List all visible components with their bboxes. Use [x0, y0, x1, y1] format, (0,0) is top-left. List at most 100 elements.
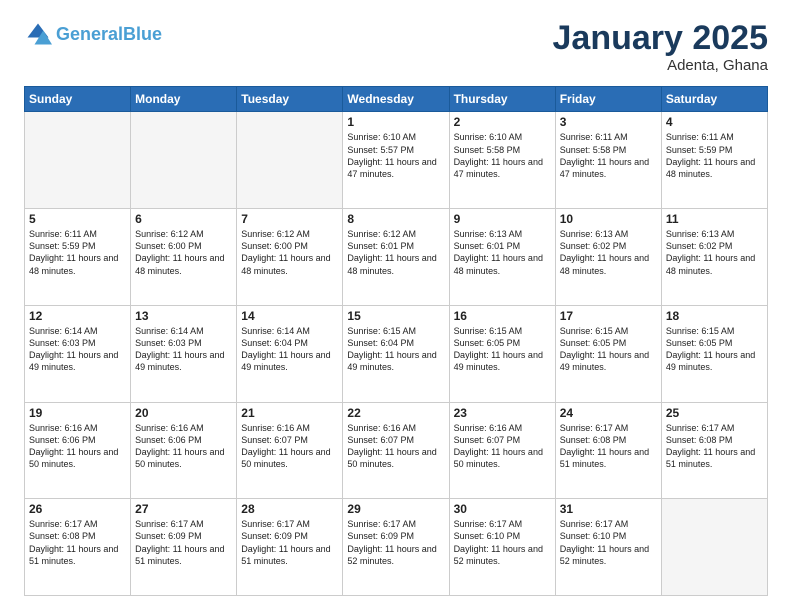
- cell-info: Sunrise: 6:12 AMSunset: 6:00 PMDaylight:…: [135, 228, 232, 277]
- calendar-cell: 14 Sunrise: 6:14 AMSunset: 6:04 PMDayligh…: [237, 305, 343, 402]
- day-number: 10: [560, 212, 657, 226]
- calendar-cell: 3 Sunrise: 6:11 AMSunset: 5:58 PMDaylight…: [555, 112, 661, 209]
- cell-info: Sunrise: 6:17 AMSunset: 6:10 PMDaylight:…: [560, 518, 657, 567]
- day-number: 29: [347, 502, 444, 516]
- calendar-cell: 6 Sunrise: 6:12 AMSunset: 6:00 PMDaylight…: [131, 209, 237, 306]
- calendar-cell: 23 Sunrise: 6:16 AMSunset: 6:07 PMDayligh…: [449, 402, 555, 499]
- calendar-cell: 4 Sunrise: 6:11 AMSunset: 5:59 PMDaylight…: [661, 112, 767, 209]
- cell-info: Sunrise: 6:14 AMSunset: 6:03 PMDaylight:…: [135, 325, 232, 374]
- calendar-header-row: SundayMondayTuesdayWednesdayThursdayFrid…: [25, 87, 768, 112]
- day-number: 3: [560, 115, 657, 129]
- cell-info: Sunrise: 6:17 AMSunset: 6:08 PMDaylight:…: [29, 518, 126, 567]
- cell-info: Sunrise: 6:14 AMSunset: 6:03 PMDaylight:…: [29, 325, 126, 374]
- calendar-cell: 5 Sunrise: 6:11 AMSunset: 5:59 PMDaylight…: [25, 209, 131, 306]
- day-number: 11: [666, 212, 763, 226]
- cell-info: Sunrise: 6:15 AMSunset: 6:05 PMDaylight:…: [666, 325, 763, 374]
- logo-blue: Blue: [123, 24, 162, 44]
- cell-info: Sunrise: 6:10 AMSunset: 5:57 PMDaylight:…: [347, 131, 444, 180]
- calendar-week-row: 5 Sunrise: 6:11 AMSunset: 5:59 PMDaylight…: [25, 209, 768, 306]
- calendar-cell: 12Sunrise: 6:14 AMSunset: 6:03 PMDayligh…: [25, 305, 131, 402]
- calendar-cell: 22Sunrise: 6:16 AMSunset: 6:07 PMDayligh…: [343, 402, 449, 499]
- day-number: 28: [241, 502, 338, 516]
- cell-info: Sunrise: 6:17 AMSunset: 6:08 PMDaylight:…: [666, 422, 763, 471]
- calendar-cell: 2 Sunrise: 6:10 AMSunset: 5:58 PMDaylight…: [449, 112, 555, 209]
- day-number: 25: [666, 406, 763, 420]
- day-number: 31: [560, 502, 657, 516]
- cell-info: Sunrise: 6:16 AMSunset: 6:06 PMDaylight:…: [29, 422, 126, 471]
- day-number: 9: [454, 212, 551, 226]
- day-number: 26: [29, 502, 126, 516]
- day-number: 24: [560, 406, 657, 420]
- cell-info: Sunrise: 6:13 AMSunset: 6:02 PMDaylight:…: [560, 228, 657, 277]
- calendar-cell: [661, 499, 767, 596]
- calendar-cell: 1 Sunrise: 6:10 AMSunset: 5:57 PMDaylight…: [343, 112, 449, 209]
- calendar-cell: 27 Sunrise: 6:17 AMSunset: 6:09 PMDayligh…: [131, 499, 237, 596]
- logo: GeneralBlue: [24, 20, 162, 48]
- day-number: 18: [666, 309, 763, 323]
- calendar-cell: 16Sunrise: 6:15 AMSunset: 6:05 PMDayligh…: [449, 305, 555, 402]
- day-number: 6: [135, 212, 232, 226]
- day-number: 7: [241, 212, 338, 226]
- calendar-cell: 13 Sunrise: 6:14 AMSunset: 6:03 PMDayligh…: [131, 305, 237, 402]
- cell-info: Sunrise: 6:11 AMSunset: 5:58 PMDaylight:…: [560, 131, 657, 180]
- logo-text: GeneralBlue: [56, 25, 162, 43]
- cell-info: Sunrise: 6:15 AMSunset: 6:04 PMDaylight:…: [347, 325, 444, 374]
- location: Adenta, Ghana: [553, 57, 769, 74]
- calendar-week-row: 12Sunrise: 6:14 AMSunset: 6:03 PMDayligh…: [25, 305, 768, 402]
- cell-info: Sunrise: 6:17 AMSunset: 6:09 PMDaylight:…: [347, 518, 444, 567]
- cell-info: Sunrise: 6:17 AMSunset: 6:10 PMDaylight:…: [454, 518, 551, 567]
- day-number: 17: [560, 309, 657, 323]
- calendar-cell: [25, 112, 131, 209]
- title-block: January 2025 Adenta, Ghana: [553, 20, 769, 74]
- weekday-header: Monday: [131, 87, 237, 112]
- day-number: 23: [454, 406, 551, 420]
- day-number: 2: [454, 115, 551, 129]
- cell-info: Sunrise: 6:12 AMSunset: 6:01 PMDaylight:…: [347, 228, 444, 277]
- page: GeneralBlue January 2025 Adenta, Ghana S…: [0, 0, 792, 612]
- calendar-cell: 7 Sunrise: 6:12 AMSunset: 6:00 PMDaylight…: [237, 209, 343, 306]
- cell-info: Sunrise: 6:10 AMSunset: 5:58 PMDaylight:…: [454, 131, 551, 180]
- calendar-cell: 18 Sunrise: 6:15 AMSunset: 6:05 PMDayligh…: [661, 305, 767, 402]
- cell-info: Sunrise: 6:15 AMSunset: 6:05 PMDaylight:…: [454, 325, 551, 374]
- cell-info: Sunrise: 6:12 AMSunset: 6:00 PMDaylight:…: [241, 228, 338, 277]
- day-number: 1: [347, 115, 444, 129]
- header: GeneralBlue January 2025 Adenta, Ghana: [24, 20, 768, 74]
- weekday-header: Wednesday: [343, 87, 449, 112]
- weekday-header: Friday: [555, 87, 661, 112]
- calendar-cell: 30Sunrise: 6:17 AMSunset: 6:10 PMDayligh…: [449, 499, 555, 596]
- day-number: 19: [29, 406, 126, 420]
- calendar-cell: 25 Sunrise: 6:17 AMSunset: 6:08 PMDayligh…: [661, 402, 767, 499]
- day-number: 27: [135, 502, 232, 516]
- day-number: 5: [29, 212, 126, 226]
- cell-info: Sunrise: 6:11 AMSunset: 5:59 PMDaylight:…: [666, 131, 763, 180]
- day-number: 13: [135, 309, 232, 323]
- cell-info: Sunrise: 6:17 AMSunset: 6:09 PMDaylight:…: [135, 518, 232, 567]
- calendar-cell: 19 Sunrise: 6:16 AMSunset: 6:06 PMDayligh…: [25, 402, 131, 499]
- cell-info: Sunrise: 6:14 AMSunset: 6:04 PMDaylight:…: [241, 325, 338, 374]
- calendar-cell: 8Sunrise: 6:12 AMSunset: 6:01 PMDaylight…: [343, 209, 449, 306]
- cell-info: Sunrise: 6:13 AMSunset: 6:01 PMDaylight:…: [454, 228, 551, 277]
- cell-info: Sunrise: 6:16 AMSunset: 6:07 PMDaylight:…: [454, 422, 551, 471]
- logo-general: General: [56, 24, 123, 44]
- cell-info: Sunrise: 6:17 AMSunset: 6:09 PMDaylight:…: [241, 518, 338, 567]
- calendar: SundayMondayTuesdayWednesdayThursdayFrid…: [24, 86, 768, 596]
- cell-info: Sunrise: 6:13 AMSunset: 6:02 PMDaylight:…: [666, 228, 763, 277]
- calendar-cell: 26 Sunrise: 6:17 AMSunset: 6:08 PMDayligh…: [25, 499, 131, 596]
- calendar-cell: 15Sunrise: 6:15 AMSunset: 6:04 PMDayligh…: [343, 305, 449, 402]
- weekday-header: Tuesday: [237, 87, 343, 112]
- day-number: 14: [241, 309, 338, 323]
- calendar-week-row: 1 Sunrise: 6:10 AMSunset: 5:57 PMDaylight…: [25, 112, 768, 209]
- logo-icon: [24, 20, 52, 48]
- calendar-cell: 31 Sunrise: 6:17 AMSunset: 6:10 PMDayligh…: [555, 499, 661, 596]
- calendar-cell: 17 Sunrise: 6:15 AMSunset: 6:05 PMDayligh…: [555, 305, 661, 402]
- day-number: 20: [135, 406, 232, 420]
- calendar-cell: 20 Sunrise: 6:16 AMSunset: 6:06 PMDayligh…: [131, 402, 237, 499]
- calendar-cell: 9 Sunrise: 6:13 AMSunset: 6:01 PMDaylight…: [449, 209, 555, 306]
- cell-info: Sunrise: 6:11 AMSunset: 5:59 PMDaylight:…: [29, 228, 126, 277]
- calendar-cell: [131, 112, 237, 209]
- calendar-cell: 21Sunrise: 6:16 AMSunset: 6:07 PMDayligh…: [237, 402, 343, 499]
- weekday-header: Saturday: [661, 87, 767, 112]
- cell-info: Sunrise: 6:15 AMSunset: 6:05 PMDaylight:…: [560, 325, 657, 374]
- cell-info: Sunrise: 6:16 AMSunset: 6:06 PMDaylight:…: [135, 422, 232, 471]
- day-number: 4: [666, 115, 763, 129]
